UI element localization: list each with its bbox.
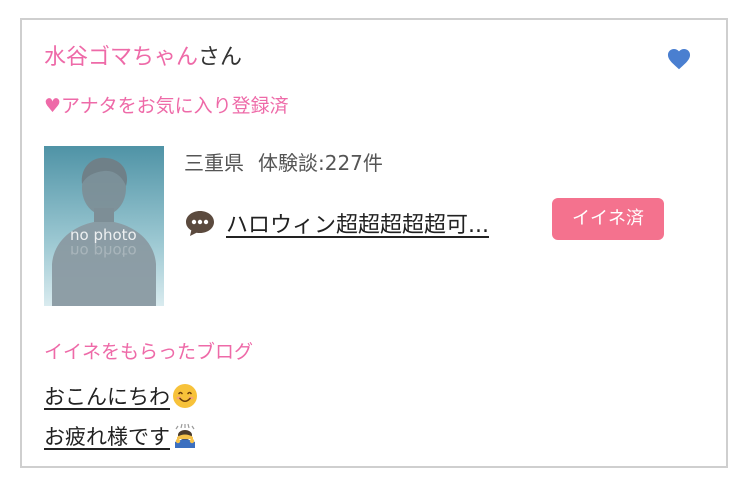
username[interactable]: 水谷ゴマちゃん — [44, 45, 198, 70]
liked-blog-title: おこんにちわ — [44, 385, 170, 409]
experience-count: 体験談:227件 — [258, 151, 383, 175]
profile-meta: 三重県 体験談:227件 — [184, 150, 383, 176]
liked-blog-link[interactable]: お疲れ様です — [44, 421, 198, 451]
liked-blog-link[interactable]: おこんにちわ — [44, 381, 198, 411]
prefecture: 三重県 — [184, 151, 244, 175]
user-card: 水谷ゴマちゃんさん ♥アナタをお気に入り登録済 no photo no phot… — [20, 18, 728, 468]
bowing-person-icon — [175, 423, 195, 448]
latest-blog-link[interactable]: ハロウィン超超超超超可... — [226, 207, 489, 239]
liked-blogs-title: イイネをもらったブログ — [44, 341, 254, 363]
latest-blog: ハロウィン超超超超超可... — [184, 206, 489, 240]
honorific: さん — [198, 45, 243, 70]
avatar[interactable]: no photo no photo — [44, 146, 164, 306]
list-item: おこんにちわ — [44, 376, 198, 416]
user-header: 水谷ゴマちゃんさん — [44, 44, 242, 72]
heart-icon — [667, 49, 691, 70]
favorite-button[interactable] — [666, 46, 692, 72]
liked-blog-title: お疲れ様です — [44, 425, 170, 449]
no-photo-placeholder-icon: no photo no photo — [44, 146, 164, 306]
iine-button[interactable]: イイネ済 — [552, 198, 664, 240]
liked-blogs-list: おこんにちわ お疲れ様です — [44, 376, 198, 456]
smiling-face-icon — [173, 384, 197, 408]
no-photo-text: no photo — [70, 226, 137, 244]
favorite-status: ♥アナタをお気に入り登録済 — [44, 95, 289, 117]
list-item: お疲れ様です — [44, 416, 198, 456]
speech-bubble-icon — [186, 211, 214, 236]
svg-text:no photo: no photo — [70, 242, 137, 260]
